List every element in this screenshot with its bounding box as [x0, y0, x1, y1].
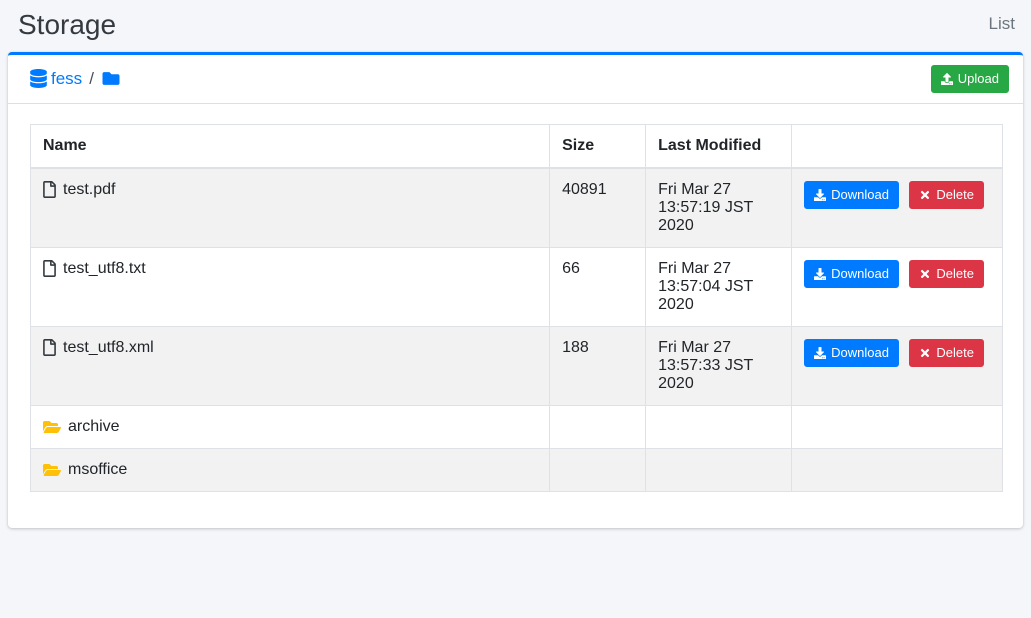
file-icon [43, 181, 56, 198]
file-icon [43, 339, 56, 356]
download-button[interactable]: Download [804, 339, 899, 367]
download-button-label: Download [831, 344, 889, 362]
upload-button-label: Upload [958, 70, 999, 88]
upload-button[interactable]: Upload [931, 65, 1009, 93]
entry-size [550, 405, 646, 448]
column-header-actions [792, 124, 1003, 168]
column-header-size: Size [550, 124, 646, 168]
download-button-label: Download [831, 265, 889, 283]
download-icon [814, 347, 826, 359]
folder-open-icon [43, 419, 61, 435]
download-button[interactable]: Download [804, 181, 899, 209]
download-icon [814, 189, 826, 201]
entry-name: archive [68, 418, 120, 436]
delete-button[interactable]: Delete [909, 339, 984, 367]
storage-table-body: test.pdf 40891 Fri Mar 27 13:57:19 JST 2… [31, 168, 1003, 492]
entry-size: 66 [550, 247, 646, 326]
times-icon [919, 189, 931, 201]
entry-last-modified: Fri Mar 27 13:57:33 JST 2020 [646, 326, 792, 405]
entry-size [550, 448, 646, 491]
row-actions: Download Delete [792, 168, 1003, 248]
delete-button-label: Delete [936, 265, 974, 283]
times-icon [919, 268, 931, 280]
breadcrumb-root-link[interactable]: fess [30, 69, 82, 89]
row-actions [792, 405, 1003, 448]
table-row: archive [31, 405, 1003, 448]
download-button[interactable]: Download [804, 260, 899, 288]
upload-icon [941, 73, 953, 85]
entry-name-cell[interactable]: test_utf8.txt [43, 260, 537, 278]
row-actions: Download Delete [792, 247, 1003, 326]
storage-card: fess / Upload Name Size Last Modified [8, 52, 1023, 528]
folder-icon[interactable] [101, 70, 121, 87]
column-header-name: Name [31, 124, 550, 168]
download-button-label: Download [831, 186, 889, 204]
entry-name: test.pdf [63, 181, 115, 199]
entry-name: test_utf8.txt [63, 260, 146, 278]
storage-table: Name Size Last Modified test.pdf 40891 F… [30, 124, 1003, 492]
breadcrumb-root-label: fess [51, 69, 82, 89]
entry-name-cell[interactable]: test_utf8.xml [43, 339, 537, 357]
row-actions [792, 448, 1003, 491]
delete-button-label: Delete [936, 186, 974, 204]
breadcrumb-list-label: List [989, 14, 1015, 34]
entry-last-modified [646, 405, 792, 448]
delete-button-label: Delete [936, 344, 974, 362]
download-icon [814, 268, 826, 280]
entry-last-modified: Fri Mar 27 13:57:04 JST 2020 [646, 247, 792, 326]
card-body: Name Size Last Modified test.pdf 40891 F… [8, 104, 1023, 528]
page-title: Storage [18, 8, 116, 42]
entry-last-modified: Fri Mar 27 13:57:19 JST 2020 [646, 168, 792, 248]
table-row: test_utf8.xml 188 Fri Mar 27 13:57:33 JS… [31, 326, 1003, 405]
entry-name-cell[interactable]: test.pdf [43, 181, 537, 199]
row-actions: Download Delete [792, 326, 1003, 405]
breadcrumb-separator: / [89, 69, 94, 89]
entry-name-cell[interactable]: msoffice [43, 461, 537, 479]
entry-size: 188 [550, 326, 646, 405]
table-header-row: Name Size Last Modified [31, 124, 1003, 168]
table-row: test.pdf 40891 Fri Mar 27 13:57:19 JST 2… [31, 168, 1003, 248]
delete-button[interactable]: Delete [909, 260, 984, 288]
entry-name: test_utf8.xml [63, 339, 154, 357]
content-header: Storage List [0, 0, 1031, 52]
entry-last-modified [646, 448, 792, 491]
file-icon [43, 260, 56, 277]
entry-size: 40891 [550, 168, 646, 248]
folder-open-icon [43, 462, 61, 478]
delete-button[interactable]: Delete [909, 181, 984, 209]
entry-name-cell[interactable]: archive [43, 418, 537, 436]
column-header-last-modified: Last Modified [646, 124, 792, 168]
table-row: test_utf8.txt 66 Fri Mar 27 13:57:04 JST… [31, 247, 1003, 326]
entry-name: msoffice [68, 461, 127, 479]
breadcrumb: fess / [30, 69, 121, 89]
times-icon [919, 347, 931, 359]
card-header: fess / Upload [8, 55, 1023, 104]
table-row: msoffice [31, 448, 1003, 491]
database-icon [30, 69, 51, 88]
